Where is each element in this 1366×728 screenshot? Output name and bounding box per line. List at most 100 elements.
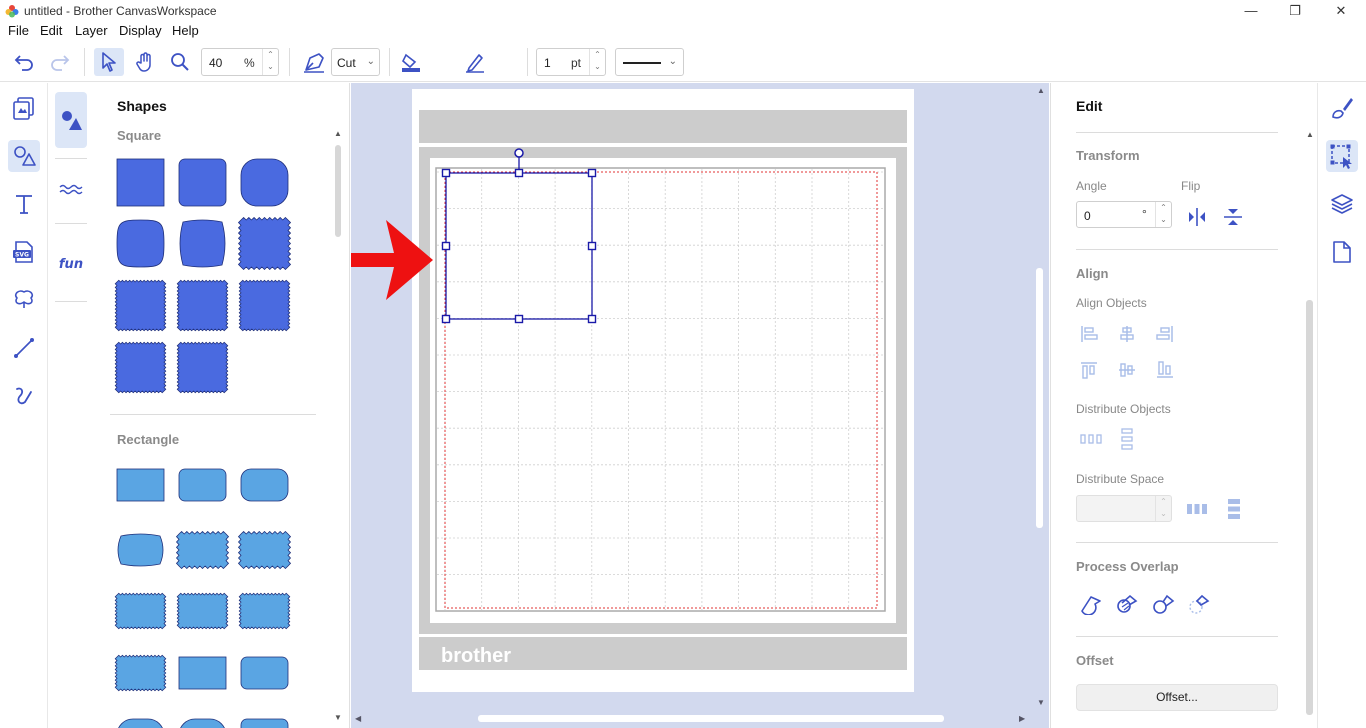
rail-layers-icon[interactable] <box>1326 188 1358 220</box>
rectangle-shape-tile[interactable] <box>176 531 229 569</box>
square-shape-tile[interactable] <box>114 217 167 270</box>
scroll-up-icon[interactable]: ▲ <box>334 129 342 139</box>
canvas-scroll-left-icon[interactable]: ◀ <box>355 714 361 723</box>
square-shape-tile[interactable] <box>114 341 167 394</box>
canvas-vscroll-thumb[interactable] <box>1036 268 1043 528</box>
square-shape-tile[interactable] <box>238 156 291 209</box>
mode-dropdown[interactable]: Cut ⌄ <box>331 48 380 76</box>
line-style-dropdown[interactable]: ⌄ <box>615 48 684 76</box>
canvas-scroll-down-icon[interactable]: ▼ <box>1037 698 1045 707</box>
space-horizontal-icon[interactable] <box>1184 497 1210 521</box>
line-width-field[interactable]: 1 pt ⌃ ⌄ <box>536 48 606 76</box>
zoom-tool-icon[interactable] <box>165 48 195 76</box>
restore-button[interactable]: ❐ <box>1272 0 1318 22</box>
line-width-stepper[interactable]: ⌃ ⌄ <box>589 49 605 75</box>
edit-scrollbar-thumb[interactable] <box>1306 300 1313 715</box>
flip-vertical-icon[interactable] <box>1220 205 1246 229</box>
rectangle-shape-tile[interactable] <box>238 466 291 504</box>
rail-line-icon[interactable] <box>8 332 40 364</box>
rotate-handle[interactable] <box>514 148 524 158</box>
rectangle-shape-tile[interactable] <box>176 592 229 630</box>
square-shape-tile[interactable] <box>114 279 167 332</box>
distribute-space-field[interactable]: ⌃ ⌄ <box>1076 495 1172 522</box>
align-middle-icon[interactable] <box>1114 358 1140 382</box>
menu-help[interactable]: Help <box>172 23 199 38</box>
hand-tool-icon[interactable] <box>130 48 160 76</box>
canvas-hscroll-thumb[interactable] <box>478 715 944 722</box>
close-button[interactable]: ✕ <box>1318 0 1364 22</box>
rail-text-icon[interactable] <box>8 188 40 220</box>
space-vertical-icon[interactable] <box>1220 497 1246 521</box>
fill-color-icon[interactable] <box>396 48 426 76</box>
rail-freehand-icon[interactable] <box>8 380 40 412</box>
rectangle-shape-tile[interactable] <box>238 531 291 569</box>
distribute-space-stepper[interactable]: ⌃ ⌄ <box>1155 496 1171 521</box>
exclude-icon[interactable] <box>1186 592 1212 616</box>
zoom-stepper[interactable]: ⌃ ⌄ <box>262 49 278 75</box>
resize-handle[interactable] <box>441 241 451 251</box>
rectangle-shape-tile[interactable] <box>176 466 229 504</box>
rectangle-shape-tile[interactable] <box>238 592 291 630</box>
rectangle-shape-tile[interactable] <box>114 592 167 630</box>
rail-svg-icon[interactable]: SVG <box>8 236 40 268</box>
resize-handle[interactable] <box>441 314 451 324</box>
align-bottom-icon[interactable] <box>1152 358 1178 382</box>
rectangle-shape-tile[interactable] <box>114 466 167 504</box>
align-right-icon[interactable] <box>1152 322 1178 346</box>
redo-icon[interactable] <box>44 48 74 76</box>
resize-handle[interactable] <box>441 168 451 178</box>
trim-icon[interactable] <box>1150 592 1176 616</box>
resize-handle[interactable] <box>514 314 524 324</box>
menu-layer[interactable]: Layer <box>75 23 108 38</box>
resize-handle[interactable] <box>587 168 597 178</box>
scroll-down-icon[interactable]: ▼ <box>334 713 342 723</box>
angle-stepper[interactable]: ⌃ ⌄ <box>1155 202 1171 227</box>
cut-mode-icon[interactable] <box>299 48 329 76</box>
zoom-field[interactable]: 40 % ⌃ ⌄ <box>201 48 279 76</box>
menu-display[interactable]: Display <box>119 23 162 38</box>
edit-scroll-up-icon[interactable]: ▲ <box>1306 130 1314 139</box>
divide-icon[interactable] <box>1114 592 1140 616</box>
align-top-icon[interactable] <box>1076 358 1102 382</box>
rectangle-shape-tile[interactable] <box>114 654 167 692</box>
undo-icon[interactable] <box>10 48 40 76</box>
category-font-icon[interactable]: fun <box>56 249 86 277</box>
distribute-horizontal-icon[interactable] <box>1078 427 1104 451</box>
select-tool-icon[interactable] <box>94 48 124 76</box>
rectangle-shape-tile[interactable] <box>176 654 229 692</box>
square-shape-tile[interactable] <box>238 217 291 270</box>
distribute-vertical-icon[interactable] <box>1114 427 1140 451</box>
square-shape-tile[interactable] <box>176 217 229 270</box>
rectangle-shape-tile[interactable] <box>114 716 167 728</box>
rectangle-shape-tile[interactable] <box>238 654 291 692</box>
weld-icon[interactable] <box>1078 592 1104 616</box>
minimize-button[interactable]: — <box>1228 0 1274 22</box>
align-center-icon[interactable] <box>1114 322 1140 346</box>
resize-handle[interactable] <box>587 241 597 251</box>
rail-pages-icon[interactable] <box>8 92 40 124</box>
square-shape-tile[interactable] <box>238 279 291 332</box>
rail-shapes-icon[interactable] <box>8 140 40 172</box>
square-shape-tile[interactable] <box>176 341 229 394</box>
rectangle-shape-tile[interactable] <box>176 716 229 728</box>
square-shape-tile[interactable] <box>114 156 167 209</box>
category-border-icon[interactable] <box>56 175 86 203</box>
offset-button[interactable]: Offset... <box>1076 684 1278 711</box>
flip-horizontal-icon[interactable] <box>1184 205 1210 229</box>
square-shape-tile[interactable] <box>176 156 229 209</box>
resize-handle[interactable] <box>514 168 524 178</box>
rectangle-shape-tile[interactable] <box>238 716 291 728</box>
menu-file[interactable]: File <box>8 23 29 38</box>
square-shape-tile[interactable] <box>176 279 229 332</box>
line-color-icon[interactable] <box>460 48 490 76</box>
rail-style-brush-icon[interactable] <box>1326 92 1358 124</box>
menu-edit[interactable]: Edit <box>40 23 62 38</box>
angle-field[interactable]: 0 ° ⌃ ⌄ <box>1076 201 1172 228</box>
canvas-scroll-right-icon[interactable]: ▶ <box>1019 714 1025 723</box>
canvas-area[interactable]: brother ▲ ▼ ◀ ▶ <box>351 83 1049 728</box>
rail-edit-icon[interactable] <box>1326 140 1358 172</box>
canvas-scroll-up-icon[interactable]: ▲ <box>1037 86 1045 95</box>
rectangle-shape-tile[interactable] <box>114 531 167 569</box>
align-left-icon[interactable] <box>1076 322 1102 346</box>
rail-motif-icon[interactable] <box>8 284 40 316</box>
